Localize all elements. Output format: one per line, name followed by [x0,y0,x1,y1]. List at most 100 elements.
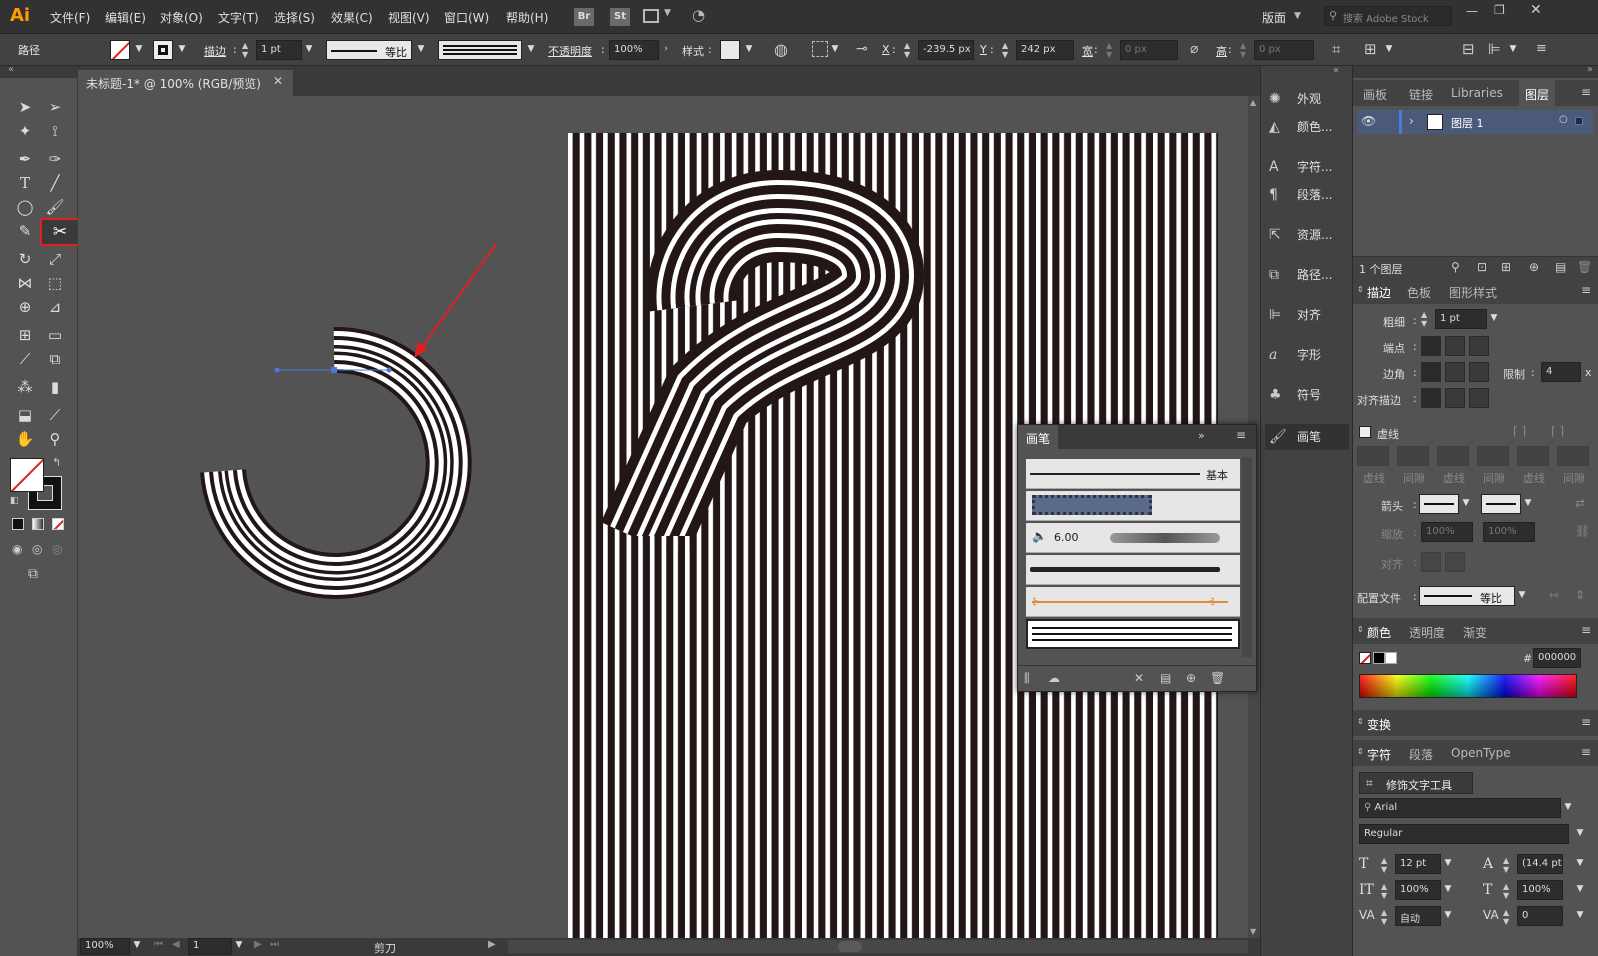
stroke-label[interactable]: 描边 [204,43,226,59]
isolate-icon[interactable]: ⊞ [1364,40,1377,58]
chevron-down-icon[interactable]: ▼ [742,40,756,60]
gpu-performance-icon[interactable]: ◔ [692,6,705,24]
scale-tool-icon[interactable]: ⤢ [42,248,68,270]
gradient-mode-button[interactable] [32,518,44,530]
artboard-tool-icon[interactable]: ⬓ [12,404,38,426]
brush-row-art[interactable]: ⊱ ⊰ [1026,587,1240,617]
font-style-field[interactable]: Regular [1359,824,1569,844]
export-icon[interactable]: ⊡ [1477,260,1487,274]
search-icon[interactable]: ⚲ [1451,260,1460,274]
panel-menu-icon[interactable]: ≡ [1536,41,1547,56]
font-size-stepper[interactable]: ▲ ▼ [1381,856,1387,874]
chevron-down-icon[interactable]: ▼ [1459,494,1473,514]
collapse-panel-icon[interactable]: » [1198,429,1205,442]
menu-effect[interactable]: 效果(C) [331,9,373,26]
profile-select[interactable]: 等比 [1419,586,1515,606]
none-mode-button[interactable] [52,518,64,530]
start-scale-field[interactable]: 100% [1421,522,1473,542]
mesh-tool-icon[interactable]: ⊞ [12,324,38,346]
transform-icon[interactable]: ⌗ [1332,40,1340,58]
pathfinder-panel-button[interactable]: ⧉ 路径... [1269,266,1349,292]
next-artboard-icon[interactable]: ▶ [254,939,262,950]
draw-normal-icon[interactable]: ◉ [12,542,22,556]
align-outside-button[interactable] [1469,388,1489,408]
kerning-stepper[interactable]: ▲ ▼ [1381,908,1387,926]
fill-swatch[interactable] [110,40,130,60]
panel-menu-icon[interactable]: ≡ [1581,715,1591,729]
leading-stepper[interactable]: ▲ ▼ [1503,856,1509,874]
stock-button[interactable]: St [610,8,630,26]
chevron-down-icon[interactable]: ▼ [1573,880,1587,900]
brush-libraries-icon[interactable]: ⫼ [1024,671,1030,686]
menu-window[interactable]: 窗口(W) [444,9,489,26]
brush-row-triple-line[interactable] [1026,619,1240,649]
x-stepper[interactable]: ▲ ▼ [904,41,910,59]
perspective-grid-tool-icon[interactable]: ⊿ [42,296,68,318]
opacity-label[interactable]: 不透明度 [548,43,592,59]
brush-list-scrollbar[interactable] [1242,457,1252,657]
menu-select[interactable]: 选择(S) [274,9,315,26]
shaper-tool-icon[interactable]: ✎ [12,220,38,242]
tab-paragraph[interactable]: 段落 [1409,746,1433,763]
chevron-down-icon[interactable]: ▼ [1441,906,1455,926]
link-scale-icon[interactable]: ⛓ [1575,524,1590,538]
free-transform-tool-icon[interactable]: ⬚ [42,272,68,294]
vertical-scale-field[interactable]: 100% [1395,880,1441,900]
tab-transparency[interactable]: 透明度 [1409,624,1445,641]
panel-menu-icon[interactable]: ≡ [1581,623,1591,637]
prev-artboard-icon[interactable]: ◀ [172,939,180,950]
curvature-tool-icon[interactable]: ✑ [42,148,68,170]
hex-field[interactable]: 000000 [1533,648,1581,668]
chevron-down-icon[interactable]: ▼ [664,8,671,18]
collapse-icon[interactable]: « [8,64,14,75]
tab-stroke[interactable]: 描边 [1367,284,1391,301]
type-tool-icon[interactable]: T [12,172,38,194]
recolor-artwork-icon[interactable]: ◍ [774,40,788,59]
color-mode-button[interactable] [12,518,24,530]
chevron-right-icon[interactable]: › [1409,114,1414,128]
tab-layers[interactable]: 图层 [1519,80,1556,109]
y-field[interactable]: 242 px [1016,40,1074,60]
dashed-line-checkbox[interactable] [1359,426,1371,438]
symbols-panel-button[interactable]: ♣ 符号 [1269,386,1349,412]
constrain-proportions-icon[interactable]: ⌀ [1190,41,1198,57]
menu-edit[interactable]: 编辑(E) [105,9,146,26]
stock-search[interactable]: ⚲ 搜索 Adobe Stock [1324,6,1452,26]
target-icon[interactable]: ○ [1559,114,1568,125]
menu-file[interactable]: 文件(F) [50,9,90,26]
preserve-dash-icon[interactable]: ⌈ ⌉ [1513,424,1526,438]
vertical-scale-stepper[interactable]: ▲ ▼ [1381,882,1387,900]
color-panel-button[interactable]: ◭ 颜色... [1269,118,1349,144]
first-artboard-icon[interactable]: ⏮ [154,939,163,950]
brush-list[interactable]: 基本 🔈 6.00 ⊱ ⊰ [1018,451,1256,661]
chevron-down-icon[interactable]: ▼ [1573,824,1587,844]
brushes-panel-button[interactable]: 🖌 画笔 [1265,424,1349,450]
chevron-down-icon[interactable]: ▼ [232,936,246,956]
scissors-tool-icon[interactable]: ✂ [40,218,80,246]
chevron-down-icon[interactable]: ▼ [1441,854,1455,874]
restore-button[interactable]: ❐ [1494,3,1505,17]
draw-behind-icon[interactable]: ◎ [32,542,42,556]
flip-axis-icon[interactable]: ⇕ [1575,588,1585,602]
menu-view[interactable]: 视图(V) [388,9,430,26]
eyedropper-tool-icon[interactable]: ⟋ [12,348,38,370]
line-tool-icon[interactable]: ╱ [42,172,68,194]
tab-opentype[interactable]: OpenType [1451,746,1511,760]
miter-join-button[interactable] [1421,362,1441,382]
expand-panels-icon[interactable]: « [1333,65,1339,76]
brush-row-bristle[interactable]: 🔈 6.00 [1026,523,1240,553]
weight-field[interactable]: 1 pt [1435,309,1487,329]
brush-row-charcoal[interactable] [1026,555,1240,585]
chevron-down-icon[interactable]: ▼ [1561,798,1575,818]
shape-builder-tool-icon[interactable]: ⊕ [12,296,38,318]
menu-object[interactable]: 对象(O) [160,9,203,26]
touch-type-tool-button[interactable]: ⌗ 修饰文字工具 [1359,772,1473,794]
align-panel-button[interactable]: ⊫ 对齐 [1269,306,1349,332]
align-inside-button[interactable] [1445,388,1465,408]
align-to-icon[interactable] [812,41,828,57]
paintbrush-tool-icon[interactable]: 🖌 [42,196,68,218]
remove-brush-stroke-icon[interactable]: ✕ [1134,671,1144,685]
tab-color[interactable]: 颜色 [1367,624,1391,641]
chevron-down-icon[interactable]: ▼ [1487,309,1501,329]
paragraph-panel-button[interactable]: ¶ 段落... [1269,186,1349,212]
